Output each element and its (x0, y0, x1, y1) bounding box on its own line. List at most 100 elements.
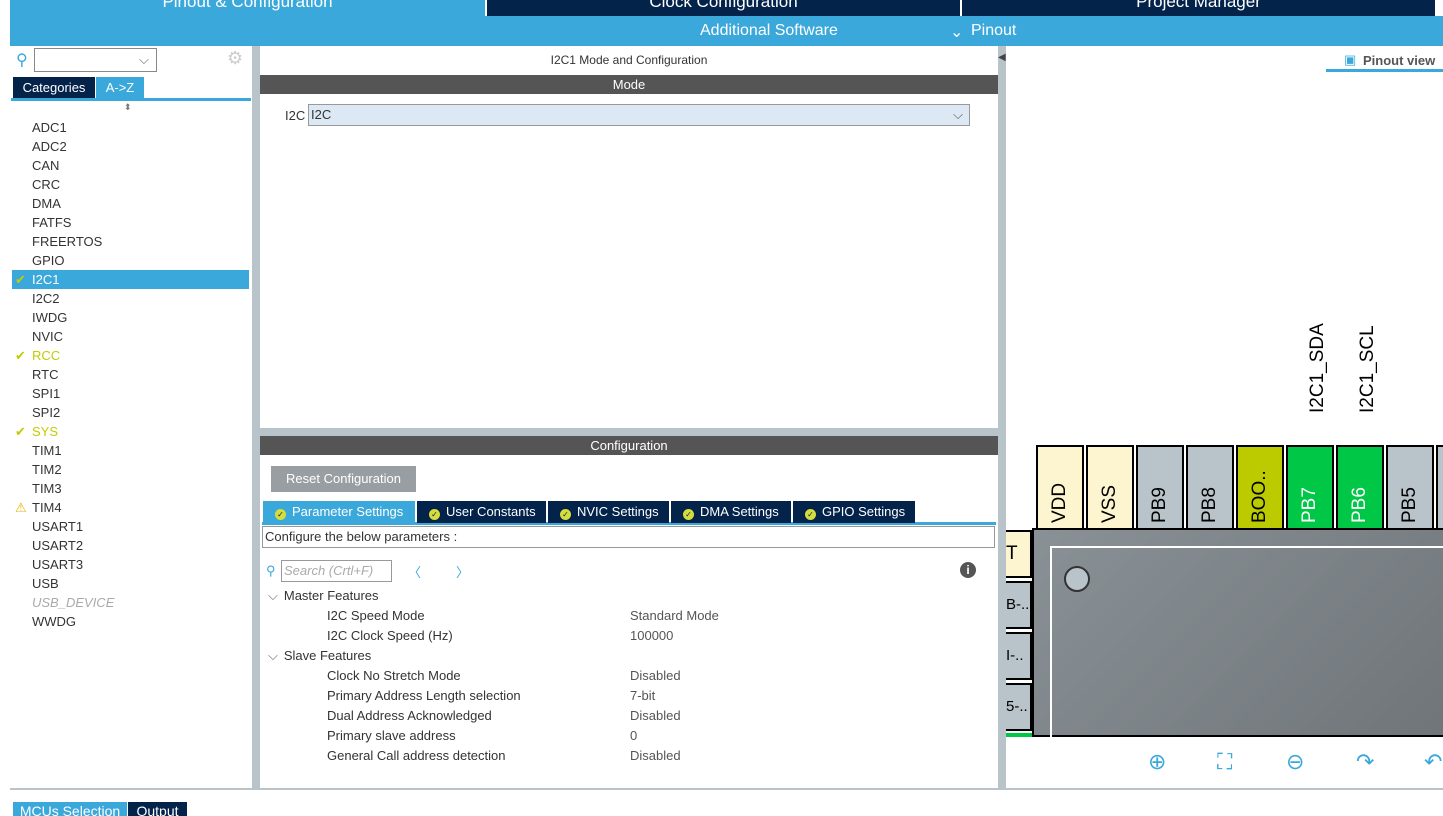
list-item-can[interactable]: CAN (12, 156, 249, 175)
left-pin[interactable]: T (1006, 530, 1032, 578)
fit-screen-icon[interactable]: ⛶ (1217, 749, 1232, 775)
left-pin[interactable]: B-.. (1006, 581, 1032, 629)
pin1-marker (1064, 566, 1090, 592)
list-item-usart2[interactable]: USART2 (12, 536, 249, 555)
list-item-adc1[interactable]: ADC1 (12, 118, 249, 137)
pin-edge[interactable] (1436, 445, 1443, 531)
list-item-crc[interactable]: CRC (12, 175, 249, 194)
tab-user-constants[interactable]: ✓ User Constants (417, 501, 546, 523)
tab-dma-settings[interactable]: ✓ DMA Settings (671, 501, 791, 523)
group-slave-features[interactable]: ⌵ Slave Features (268, 648, 371, 664)
gear-icon[interactable]: ⚙ (227, 48, 243, 69)
zoom-in-icon[interactable]: ⊕ (1148, 749, 1166, 775)
list-item-tim2[interactable]: TIM2 (12, 460, 249, 479)
list-item-tim4[interactable]: ⚠ TIM4 (12, 498, 249, 517)
param-value[interactable]: Disabled (630, 708, 681, 723)
zoom-out-icon[interactable]: ⊖ (1286, 749, 1304, 775)
pinout-menu[interactable]: Pinout (971, 22, 1016, 40)
tab-a-z[interactable]: A->Z (96, 77, 144, 98)
list-item-i2c1[interactable]: ✔ I2C1 (12, 270, 249, 289)
pinout-view-tab[interactable]: Pinout view (1363, 53, 1435, 68)
tab-pinout-configuration[interactable]: Pinout & Configuration (10, 0, 485, 16)
param-row[interactable]: Primary slave address 0 (327, 728, 827, 743)
list-item-usb_device[interactable]: USB_DEVICE (12, 593, 249, 612)
previous-icon[interactable]: 〈 (408, 562, 421, 581)
left-pin[interactable]: 5-.. (1006, 683, 1032, 731)
param-row[interactable]: Primary Address Length selection 7-bit (327, 688, 827, 703)
list-item-usb[interactable]: USB (12, 574, 249, 593)
list-item-adc2[interactable]: ADC2 (12, 137, 249, 156)
list-item-rcc[interactable]: ✔ RCC (12, 346, 249, 365)
list-item-label: USART3 (32, 557, 84, 572)
check-icon: ✓ (429, 509, 440, 520)
i2c-mode-select[interactable]: I2C ⌵ (308, 104, 970, 126)
param-row[interactable]: I2C Speed Mode Standard Mode (327, 608, 827, 623)
group-master-features[interactable]: ⌵ Master Features (268, 588, 379, 604)
info-icon[interactable]: i (960, 562, 976, 578)
list-item-gpio[interactable]: GPIO (12, 251, 249, 270)
param-value[interactable]: 0 (630, 728, 637, 743)
pin-pb6[interactable]: PB6 (1336, 445, 1384, 531)
rotate-left-icon[interactable]: ↶ (1424, 749, 1442, 775)
tab-mcus-selection[interactable]: MCUs Selection (13, 802, 127, 816)
chevron-down-icon[interactable]: ⌵ (268, 648, 278, 663)
list-item-usart3[interactable]: USART3 (12, 555, 249, 574)
chip-icon: ▣ (1344, 52, 1357, 67)
chip-inner-outline (1050, 546, 1443, 746)
param-row[interactable]: General Call address detection Disabled (327, 748, 827, 763)
pin-vss[interactable]: VSS (1086, 445, 1134, 531)
list-item-usart1[interactable]: USART1 (12, 517, 249, 536)
chevron-down-icon[interactable]: ⌵ (139, 52, 149, 68)
list-item-wwdg[interactable]: WWDG (12, 612, 249, 631)
param-value[interactable]: Disabled (630, 668, 681, 683)
param-value[interactable]: 100000 (630, 628, 673, 643)
list-item-tim3[interactable]: TIM3 (12, 479, 249, 498)
additional-software-button[interactable]: Additional Software (700, 22, 838, 40)
chevron-down-icon[interactable]: ⌄ (950, 22, 963, 42)
list-item-nvic[interactable]: NVIC (12, 327, 249, 346)
tab-nvic-settings[interactable]: ✓ NVIC Settings (548, 501, 669, 523)
tab-gpio-settings[interactable]: ✓ GPIO Settings (793, 501, 915, 523)
tab-clock-configuration[interactable]: Clock Configuration (487, 0, 960, 16)
collapse-handle[interactable]: ◀ (998, 52, 1006, 63)
list-item-iwdg[interactable]: IWDG (12, 308, 249, 327)
rotate-right-icon[interactable]: ↷ (1356, 749, 1374, 775)
list-item-spi1[interactable]: SPI1 (12, 384, 249, 403)
param-value[interactable]: Disabled (630, 748, 681, 763)
list-item-tim1[interactable]: TIM1 (12, 441, 249, 460)
list-item-fatfs[interactable]: FATFS (12, 213, 249, 232)
pin-pb7[interactable]: PB7 (1286, 445, 1334, 531)
pin-pb9[interactable]: PB9 (1136, 445, 1184, 531)
param-value[interactable]: Standard Mode (630, 608, 719, 623)
pin-pb5[interactable]: PB5 (1386, 445, 1434, 531)
param-row[interactable]: I2C Clock Speed (Hz) 100000 (327, 628, 827, 643)
list-item-freertos[interactable]: FREERTOS (12, 232, 249, 251)
check-icon: ✔ (15, 424, 26, 439)
left-pin[interactable]: I-.. (1006, 632, 1032, 680)
param-search-input[interactable]: Search (Crtl+F) (281, 560, 392, 582)
next-icon[interactable]: 〉 (456, 562, 469, 581)
pin-pb8[interactable]: PB8 (1186, 445, 1234, 531)
list-item-dma[interactable]: DMA (12, 194, 249, 213)
list-item-label: DMA (32, 196, 61, 211)
tab-project-manager[interactable]: Project Manager (962, 0, 1435, 16)
tab-underline (11, 98, 251, 101)
list-item-sys[interactable]: ✔ SYS (12, 422, 249, 441)
param-row[interactable]: Clock No Stretch Mode Disabled (327, 668, 827, 683)
tab-output[interactable]: Output (128, 802, 187, 816)
list-item-i2c2[interactable]: I2C2 (12, 289, 249, 308)
chevron-down-icon[interactable]: ⌵ (268, 588, 278, 603)
param-value[interactable]: 7-bit (630, 688, 655, 703)
pin-boo[interactable]: BOO.. (1236, 445, 1284, 531)
param-row[interactable]: Dual Address Acknowledged Disabled (327, 708, 827, 723)
list-item-rtc[interactable]: RTC (12, 365, 249, 384)
list-item-label: ADC1 (32, 120, 67, 135)
tab-parameter-settings[interactable]: ✓ Parameter Settings (263, 501, 415, 523)
pin-vdd[interactable]: VDD (1036, 445, 1084, 531)
sort-icon[interactable]: ⬍ (124, 102, 132, 113)
reset-configuration-button[interactable]: Reset Configuration (271, 466, 416, 492)
tab-categories[interactable]: Categories (13, 77, 95, 98)
list-item-label: RCC (32, 348, 61, 363)
check-icon: ✓ (560, 509, 571, 520)
list-item-spi2[interactable]: SPI2 (12, 403, 249, 422)
